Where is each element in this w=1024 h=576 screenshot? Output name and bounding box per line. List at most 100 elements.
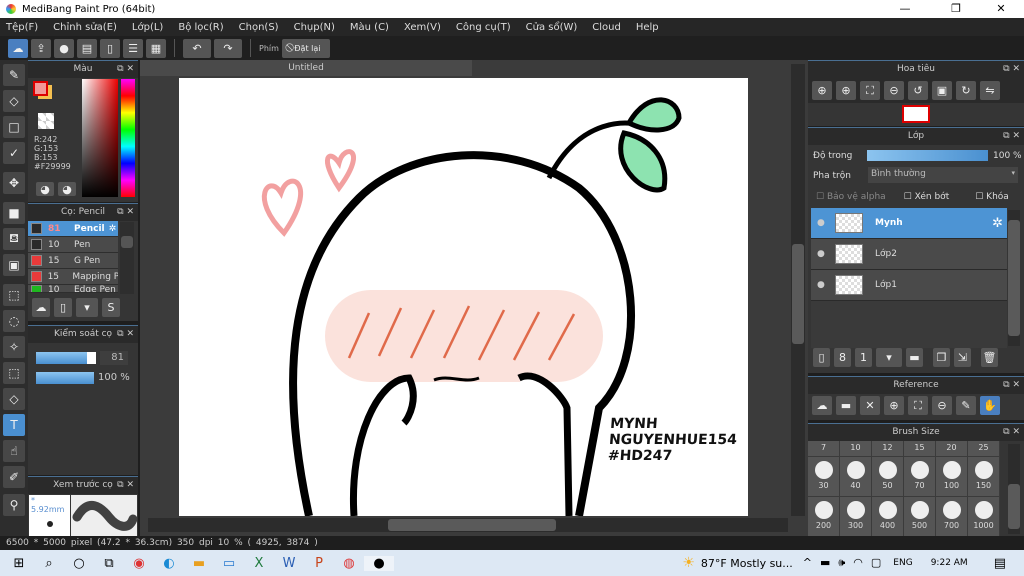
open-folder-icon[interactable]: ▬ — [836, 396, 856, 415]
brush-size-option[interactable]: 300 — [840, 497, 872, 537]
saturation-value-picker[interactable] — [82, 79, 118, 197]
menu-select[interactable]: Chọn(S) — [239, 22, 279, 33]
layer-opacity-slider[interactable] — [867, 150, 988, 161]
brush-size-option[interactable]: 7 — [808, 441, 840, 457]
rotate-left-icon[interactable]: ↺ — [908, 81, 928, 100]
fit-icon[interactable]: ⛶ — [908, 396, 928, 415]
brush-size-option[interactable]: 1000 — [968, 497, 1000, 537]
clock[interactable]: 9:22 AM — [931, 558, 968, 568]
undo-icon[interactable]: ↶ — [183, 38, 211, 58]
cloud-brush-icon[interactable]: ☁ — [32, 298, 50, 317]
list-icon[interactable]: ☰ — [123, 38, 143, 58]
lock-checkbox[interactable]: ☐ Khóa — [975, 192, 1009, 202]
menu-layer[interactable]: Lớp(L) — [132, 22, 163, 33]
primary-color-swatch[interactable] — [33, 81, 48, 96]
panel-controls-icon[interactable]: ⧉ ✕ — [117, 61, 134, 78]
panel-controls-icon[interactable]: ⧉ ✕ — [117, 326, 134, 343]
brush-list-scrollbar[interactable] — [120, 222, 134, 294]
flip-icon[interactable]: ⇋ — [980, 81, 1000, 100]
new-1bit-layer-icon[interactable]: 1 — [855, 348, 872, 367]
menu-snap[interactable]: Chụp(N) — [294, 22, 335, 33]
visibility-icon[interactable]: ● — [817, 280, 825, 290]
panel-controls-icon[interactable]: ⧉ ✕ — [117, 204, 134, 221]
select-pen-icon[interactable]: ⬚ — [3, 362, 25, 384]
brush-size-option[interactable]: 20 — [936, 441, 968, 457]
gradient-tool-icon[interactable]: ▣ — [3, 254, 25, 276]
close-icon[interactable]: ✕ — [860, 396, 880, 415]
rectangle-tool-icon[interactable]: □ — [3, 116, 25, 138]
eyedropper-tool-icon[interactable]: ⚲ — [3, 494, 25, 516]
panel-controls-icon[interactable]: ⧉ ✕ — [1003, 61, 1020, 78]
bucket-tool-icon[interactable]: ⛾ — [3, 228, 25, 250]
palette-icon[interactable]: ◕ — [36, 182, 54, 196]
drawing-canvas[interactable]: MYNH NGUYENHUE154 #HD247 — [179, 78, 748, 516]
brush-item[interactable]: 15 Mapping P — [28, 269, 118, 285]
transparent-swatch[interactable] — [38, 113, 54, 129]
select-tool-icon[interactable]: ⬚ — [3, 284, 25, 306]
system-tray-icons[interactable]: ^▬🕪◠▢ — [803, 556, 890, 570]
menu-cloud[interactable]: Cloud — [592, 22, 621, 33]
brush-size-option[interactable]: 50 — [872, 457, 904, 497]
hue-slider[interactable] — [121, 79, 135, 197]
new-layer-icon[interactable]: ▯ — [813, 348, 830, 367]
cloud-icon[interactable]: ☁ — [812, 396, 832, 415]
new-halftone-layer-icon[interactable]: 8 — [834, 348, 851, 367]
menu-filter[interactable]: Bộ lọc(R) — [178, 22, 223, 33]
brush-size-value[interactable]: 81 — [100, 351, 128, 365]
app-icon[interactable]: ◉ — [124, 556, 154, 571]
brush-size-option[interactable]: 400 — [872, 497, 904, 537]
text-tool-icon[interactable]: T — [3, 414, 25, 436]
brush-item[interactable]: 15 G Pen — [28, 253, 118, 269]
weather-text[interactable]: 87°F Mostly su... — [701, 557, 793, 570]
panel-controls-icon[interactable]: ⧉ ✕ — [1003, 128, 1020, 145]
menu-tools[interactable]: Công cụ(T) — [456, 22, 511, 33]
brush-size-slider[interactable] — [36, 352, 96, 364]
panel-controls-icon[interactable]: ⧉ ✕ — [1003, 377, 1020, 394]
medibang-icon[interactable]: ● — [364, 555, 394, 571]
zoom-out-icon[interactable]: ⊖ — [884, 81, 904, 100]
add-layer-menu-icon[interactable]: ▾ — [876, 348, 902, 367]
layer-scrollbar[interactable] — [1008, 210, 1020, 346]
brush-item[interactable]: 10 Pen — [28, 237, 118, 253]
notification-icon[interactable]: ▤ — [994, 556, 1006, 571]
navigator-thumbnail[interactable] — [902, 105, 930, 123]
minimize-button[interactable]: — — [888, 0, 922, 18]
menu-color[interactable]: Màu (C) — [350, 22, 389, 33]
chrome-icon[interactable]: ◍ — [334, 556, 364, 571]
duplicate-layer-icon[interactable]: ❐ — [933, 348, 950, 367]
brush-size-option[interactable]: 100 — [936, 457, 968, 497]
clip-checkbox[interactable]: ☐ Xén bớt — [904, 192, 950, 202]
select-eraser-icon[interactable]: ◇ — [3, 388, 25, 410]
zoom-out-icon[interactable]: ⊖ — [932, 396, 952, 415]
layer-item[interactable]: ● Lớp1 — [811, 270, 1007, 301]
palette-settings-icon[interactable]: ◕ — [58, 182, 76, 196]
grid-icon[interactable]: ▦ — [146, 38, 166, 58]
folder-icon[interactable]: ▬ — [906, 348, 923, 367]
message-icon[interactable]: ▤ — [77, 38, 97, 58]
new-brush-icon[interactable]: ▯ — [54, 298, 72, 317]
brush-size-option[interactable]: 15 — [904, 441, 936, 457]
gear-icon[interactable]: ✲ — [992, 216, 1003, 231]
panel-controls-icon[interactable]: ⧉ ✕ — [117, 477, 134, 494]
brush-size-option[interactable]: 25 — [968, 441, 1000, 457]
move-tool-icon[interactable]: ✥ — [3, 172, 25, 194]
lasso-tool-icon[interactable]: ◌ — [3, 310, 25, 332]
brush-settings-icon[interactable]: S — [102, 298, 120, 317]
page-icon[interactable]: ▯ — [100, 38, 120, 58]
excel-icon[interactable]: X — [244, 556, 274, 571]
zoom-actual-icon[interactable]: ⊕ — [812, 81, 832, 100]
vertical-scrollbar[interactable] — [791, 64, 805, 516]
file-explorer-icon[interactable]: ▬ — [184, 556, 214, 571]
monitor-icon[interactable]: ▭ — [214, 556, 244, 571]
eraser-tool-icon[interactable]: ◇ — [3, 90, 25, 112]
brush-size-option[interactable]: 40 — [840, 457, 872, 497]
cortana-icon[interactable]: ○ — [64, 556, 94, 571]
brush-size-option[interactable]: 30 — [808, 457, 840, 497]
visibility-icon[interactable]: ● — [817, 218, 825, 228]
language-indicator[interactable]: ENG — [893, 558, 912, 568]
eyedropper-icon[interactable]: ✎ — [956, 396, 976, 415]
weather-icon[interactable]: ☀ — [682, 555, 695, 571]
brush-tool-icon[interactable]: ✎ — [3, 64, 25, 86]
fill-rect-tool-icon[interactable]: ■ — [3, 202, 25, 224]
brush-size-option[interactable]: 10 — [840, 441, 872, 457]
